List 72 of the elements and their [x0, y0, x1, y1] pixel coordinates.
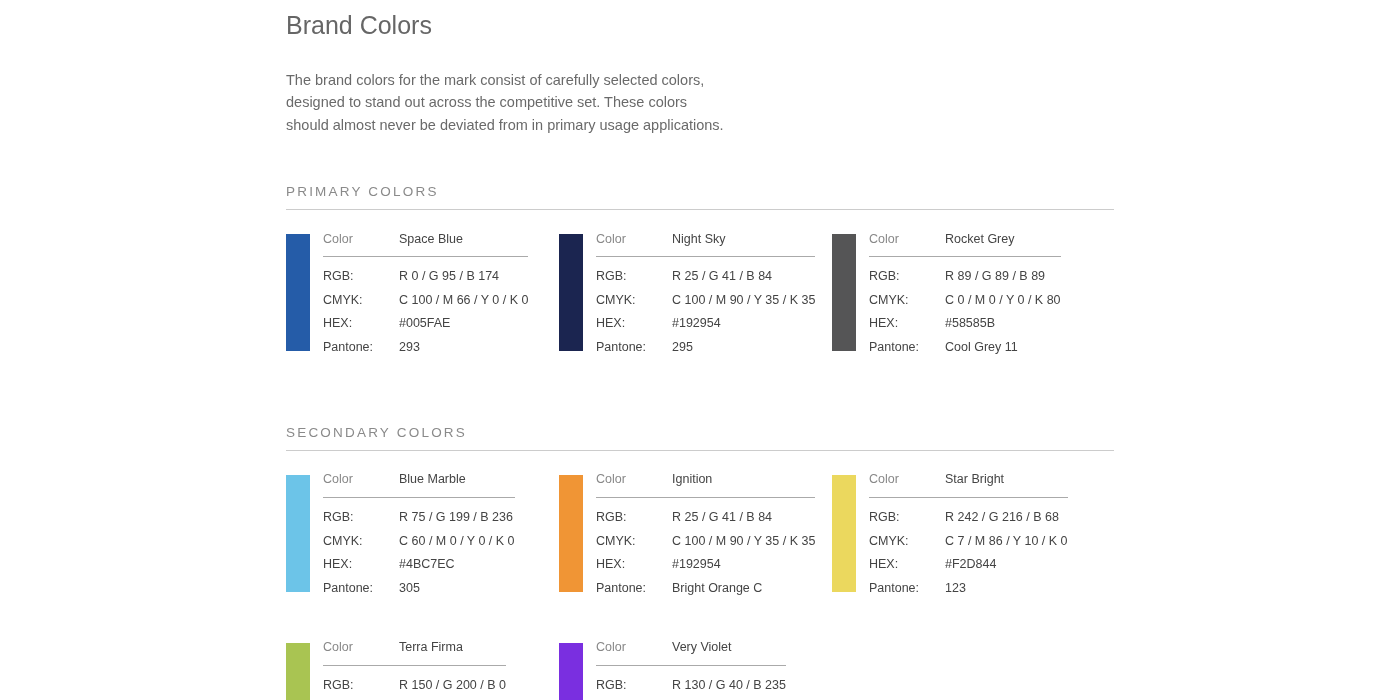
spec-label: Pantone: — [869, 340, 921, 355]
spec-value: Cool Grey 11 — [945, 340, 1018, 355]
color-label: Color — [869, 472, 900, 487]
spec-value: R 75 / G 199 / B 236 — [399, 509, 513, 524]
spec-label: RGB: — [869, 269, 901, 284]
color-label: Color — [869, 231, 900, 246]
spec-value: C 100 / M 90 / Y 35 / K 35 — [672, 533, 816, 548]
section-heading: SECONDARY COLORS — [286, 424, 1114, 451]
spec-value: #4BC7EC — [399, 557, 455, 572]
spec-label: HEX: — [869, 557, 900, 572]
color-name: Ignition — [672, 472, 713, 487]
spec-value: C 100 / M 90 / Y 35 / K 35 — [672, 292, 816, 307]
color-label: Color — [323, 472, 354, 487]
spec-label: Pantone: — [323, 580, 375, 595]
color-label: Color — [323, 640, 354, 655]
spec-value: C 100 / M 66 / Y 0 / K 0 — [399, 292, 529, 307]
spec-label: CMYK: — [596, 533, 637, 548]
spec-value: #192954 — [672, 316, 721, 331]
color-name: Rocket Grey — [945, 231, 1015, 246]
spec-value: R 89 / G 89 / B 89 — [945, 269, 1046, 284]
color-name: Very Violet — [672, 640, 732, 655]
spec-label: Pantone: — [596, 340, 648, 355]
spec-value: R 0 / G 95 / B 174 — [399, 269, 500, 284]
spec-label: RGB: — [596, 677, 628, 692]
color-name: Terra Firma — [399, 640, 463, 655]
spec-label: RGB: — [323, 509, 355, 524]
spec-label: CMYK: — [869, 533, 910, 548]
spec-label: RGB: — [323, 269, 355, 284]
spec-value: R 130 / G 40 / B 235 — [672, 677, 786, 692]
spec-label: HEX: — [596, 316, 627, 331]
color-name: Blue Marble — [399, 472, 466, 487]
spec-label: RGB: — [869, 509, 901, 524]
color-name: Night Sky — [672, 231, 726, 246]
spec-label: Pantone: — [596, 580, 648, 595]
spec-label: CMYK: — [323, 292, 364, 307]
spec-value: C 0 / M 0 / Y 0 / K 80 — [945, 292, 1061, 307]
spec-value: R 25 / G 41 / B 84 — [672, 509, 773, 524]
intro-paragraph: The brand colors for the mark consist of carefully selected colors, designed to stand out across the competitive set. These colors should almost never be deviated from in primary usage applications. — [286, 71, 725, 135]
spec-label: RGB: — [596, 509, 628, 524]
spec-value: #005FAE — [399, 316, 451, 331]
spec-label: HEX: — [323, 316, 354, 331]
spec-label: RGB: — [596, 269, 628, 284]
spec-value: R 150 / G 200 / B 0 — [399, 677, 506, 692]
spec-value: C 60 / M 0 / Y 0 / K 0 — [399, 533, 515, 548]
spec-label: CMYK: — [323, 533, 364, 548]
spec-value: #192954 — [672, 557, 721, 572]
spec-value: Bright Orange C — [672, 580, 763, 595]
color-label: Color — [323, 231, 354, 246]
color-name: Space Blue — [399, 231, 463, 246]
color-label: Color — [596, 231, 627, 246]
color-label: Color — [596, 640, 627, 655]
spec-value: R 25 / G 41 / B 84 — [672, 269, 773, 284]
spec-value: C 7 / M 86 / Y 10 / K 0 — [945, 533, 1068, 548]
spec-label: Pantone: — [869, 580, 921, 595]
spec-value: 123 — [945, 580, 966, 595]
spec-value: #58585B — [945, 316, 996, 331]
page-title: Brand Colors — [286, 10, 433, 41]
color-label: Color — [596, 472, 627, 487]
spec-value: R 242 / G 216 / B 68 — [945, 509, 1059, 524]
spec-label: RGB: — [323, 677, 355, 692]
spec-label: HEX: — [596, 557, 627, 572]
spec-value: #F2D844 — [945, 557, 997, 572]
spec-value: 293 — [399, 340, 420, 355]
spec-label: CMYK: — [596, 292, 637, 307]
spec-label: HEX: — [323, 557, 354, 572]
color-name: Star Bright — [945, 472, 1005, 487]
spec-value: 295 — [672, 340, 693, 355]
spec-label: HEX: — [869, 316, 900, 331]
spec-label: Pantone: — [323, 340, 375, 355]
spec-label: CMYK: — [869, 292, 910, 307]
spec-value: 305 — [399, 580, 420, 595]
section-heading: PRIMARY COLORS — [286, 184, 1114, 211]
